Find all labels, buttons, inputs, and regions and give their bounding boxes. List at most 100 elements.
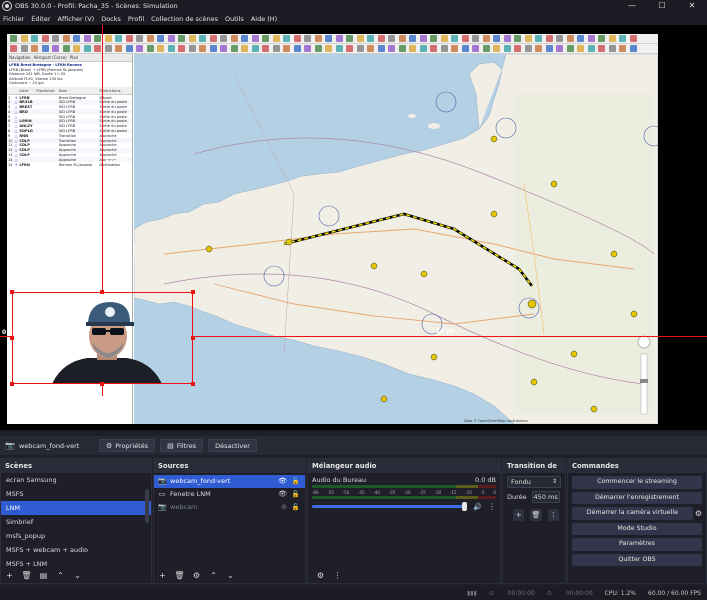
volume-fader[interactable] bbox=[312, 502, 468, 511]
table-row: 9 △ RNN Transition Approche bbox=[7, 133, 132, 138]
table-cell bbox=[35, 162, 57, 167]
unlock-icon[interactable]: 🔓 bbox=[292, 501, 300, 514]
resize-handle[interactable] bbox=[191, 382, 195, 386]
mixer-settings-button[interactable]: ⚙ bbox=[315, 570, 326, 581]
menu-edit[interactable]: Éditer bbox=[31, 15, 50, 23]
menu-view[interactable]: Afficher (V) bbox=[58, 15, 95, 23]
transition-menu-button[interactable]: ⋮ bbox=[547, 509, 559, 521]
scenes-scrollbar[interactable] bbox=[145, 489, 149, 523]
scenes-dock: Scènes ecran Samsung MSFS LNM Simbrief msfs_… bbox=[0, 458, 152, 584]
lnm-toolbar-icon bbox=[587, 45, 595, 52]
scene-item[interactable]: MSFS bbox=[1, 487, 151, 501]
remove-scene-button[interactable]: 🗑 bbox=[21, 570, 32, 581]
lnm-toolbar-icon bbox=[104, 45, 112, 52]
scene-item[interactable]: Simbrief bbox=[1, 515, 151, 529]
lnm-toolbar-icon bbox=[62, 45, 70, 52]
table-row: 6 △ LORIN SID LFRB Sortie du poste bbox=[7, 118, 132, 124]
exit-button[interactable]: Quitter OBS bbox=[572, 553, 702, 566]
lnm-toolbar-icon bbox=[293, 35, 301, 42]
move-scene-down-button[interactable]: ⌄ bbox=[72, 570, 83, 581]
eye-hidden-icon[interactable]: ⊘ bbox=[281, 501, 287, 514]
unlock-icon[interactable]: 🔓 bbox=[292, 475, 300, 488]
lnm-toolbar-icon bbox=[598, 45, 605, 52]
remove-source-button[interactable]: 🗑 bbox=[174, 570, 185, 581]
eye-icon[interactable]: 👁 bbox=[278, 475, 287, 488]
transitions-dock: Transition de s... Fondu ⇕ Durée 450 ms … bbox=[502, 458, 566, 584]
duration-row: Durée 450 ms bbox=[503, 491, 565, 503]
table-row: 3 △ BREST SID LFRB Sortie du poste bbox=[7, 105, 132, 110]
fp-column-header: Procédure bbox=[35, 86, 58, 96]
eye-icon[interactable]: 👁 bbox=[278, 488, 287, 501]
lnm-toolbar-icon bbox=[125, 45, 133, 52]
lnm-toolbar-icon bbox=[493, 35, 500, 42]
lnm-toolbar-icon bbox=[20, 35, 28, 42]
duration-input[interactable]: 450 ms bbox=[531, 491, 560, 503]
lnm-toolbar-icon bbox=[157, 45, 164, 52]
scene-item[interactable]: msfs_popup bbox=[1, 529, 151, 543]
lnm-toolbar-icon bbox=[598, 35, 605, 42]
guide-line-left bbox=[0, 336, 12, 337]
menu-profile[interactable]: Profil bbox=[128, 15, 144, 23]
menu-docks[interactable]: Docks bbox=[101, 15, 121, 23]
start-virtual-camera-button[interactable]: Démarrer la caméra virtuelle bbox=[572, 507, 693, 520]
source-item-fenetre-lnm[interactable]: ▭ Fenetre LNM 👁 🔓 bbox=[154, 488, 305, 501]
lnm-toolbar-icon bbox=[619, 35, 626, 42]
volume-fader-knob[interactable] bbox=[462, 502, 468, 511]
move-source-down-button[interactable]: ⌄ bbox=[225, 570, 236, 581]
settings-button[interactable]: Paramètres bbox=[572, 538, 702, 551]
table-row: 11 △ CDLP Approche Approche bbox=[7, 143, 132, 148]
scene-item[interactable]: ecran Samsung bbox=[1, 473, 151, 487]
table-row: 10 △ CDLP Transition Approche bbox=[7, 138, 132, 143]
preview-canvas[interactable]: Navigation Aéroport (Corse) Plan LFRB Br… bbox=[0, 25, 707, 430]
source-item-webcam[interactable]: 📷 webcam ⊘ 🔓 bbox=[154, 501, 305, 514]
maximize-button[interactable]: ☐ bbox=[647, 0, 677, 12]
studio-mode-button[interactable]: Mode Studio bbox=[572, 522, 702, 535]
deactivate-button[interactable]: Désactiver bbox=[208, 439, 257, 452]
lnm-toolbar-icon bbox=[52, 45, 59, 52]
add-transition-button[interactable]: + bbox=[513, 509, 525, 521]
remove-transition-button[interactable]: 🗑 bbox=[530, 509, 542, 521]
scene-filters-button[interactable]: ▤ bbox=[38, 570, 49, 581]
mixer-menu-button[interactable]: ⋮ bbox=[332, 570, 343, 581]
table-cell: Sortie du poste bbox=[98, 109, 132, 115]
scene-item[interactable]: MSFS + webcam + audio bbox=[1, 543, 151, 557]
lnm-toolbar-icon bbox=[461, 45, 469, 52]
table-row: 8 △ SOPLO SID LFRB Sortie du poste bbox=[7, 128, 132, 134]
menu-tools[interactable]: Outils bbox=[225, 15, 244, 23]
menu-file[interactable]: Fichier bbox=[3, 15, 24, 23]
table-cell: Sortie du poste bbox=[98, 99, 132, 105]
table-cell: ANLZY bbox=[19, 124, 33, 129]
spin-arrows-icon: ⇕ bbox=[551, 478, 557, 485]
speaker-icon[interactable]: 🔊 bbox=[473, 503, 482, 511]
menu-scene-collection[interactable]: Collection de scènes bbox=[151, 15, 218, 23]
resize-handle[interactable] bbox=[191, 290, 195, 294]
close-button[interactable]: ✕ bbox=[677, 0, 707, 12]
move-source-up-button[interactable]: ⌃ bbox=[208, 570, 219, 581]
move-scene-up-button[interactable]: ⌃ bbox=[55, 570, 66, 581]
add-scene-button[interactable]: + bbox=[4, 570, 15, 581]
source-item-webcam-fond-vert[interactable]: 📷 webcam_fond-vert 👁 🔓 bbox=[154, 475, 305, 488]
lnm-toolbar-icon bbox=[346, 35, 353, 42]
source-properties-button[interactable]: ⚙ bbox=[191, 570, 202, 581]
lnm-toolbar-icon bbox=[524, 45, 532, 52]
virtual-camera-settings-icon[interactable]: ⚙ bbox=[695, 509, 702, 518]
lnm-toolbar-icon bbox=[304, 35, 311, 42]
meter-scale-tick: -50 bbox=[342, 490, 350, 495]
menu-help[interactable]: Aide (H) bbox=[251, 15, 277, 23]
scene-item[interactable]: LNM bbox=[1, 501, 151, 515]
resize-handle[interactable] bbox=[10, 382, 14, 386]
add-source-button[interactable]: + bbox=[157, 570, 168, 581]
transition-select[interactable]: Fondu ⇕ bbox=[507, 476, 561, 488]
start-streaming-button[interactable]: Commencer le streaming bbox=[572, 476, 702, 489]
lnm-route-header: LFRB Brest Bretagne - LFRN Rennes bbox=[9, 63, 82, 67]
source-selection-box[interactable] bbox=[12, 292, 193, 384]
fp-column-header: Ident bbox=[18, 86, 36, 96]
unlock-icon[interactable]: 🔓 bbox=[292, 488, 300, 501]
start-recording-button[interactable]: Démarrer l'enregistrement bbox=[572, 491, 702, 504]
resize-handle[interactable] bbox=[10, 290, 14, 294]
channel-menu-icon[interactable]: ⋮ bbox=[488, 502, 496, 511]
properties-button[interactable]: ⚙ Propriétés bbox=[98, 439, 156, 452]
filters-button[interactable]: ▤ Filtres bbox=[160, 439, 204, 452]
table-row: 4 △ BRD SID LFRB Sortie du poste bbox=[7, 109, 132, 115]
minimize-button[interactable]: — bbox=[617, 0, 647, 12]
